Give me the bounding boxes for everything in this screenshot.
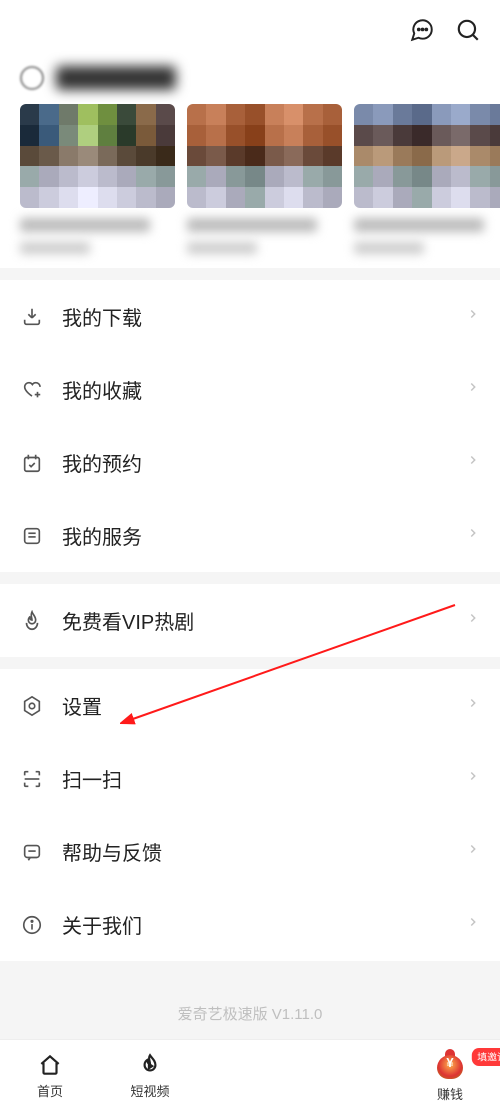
chevron-right-icon xyxy=(466,307,480,326)
history-item[interactable] xyxy=(20,104,175,254)
chevron-right-icon xyxy=(466,611,480,630)
chevron-right-icon xyxy=(466,380,480,399)
chevron-right-icon xyxy=(466,915,480,934)
menu-about[interactable]: 关于我们 xyxy=(0,888,500,961)
chevron-right-icon xyxy=(466,453,480,472)
menu-label: 设置 xyxy=(62,691,466,720)
scan-icon xyxy=(20,767,44,791)
history-icon xyxy=(20,66,44,90)
history-section-header xyxy=(0,60,500,96)
menu-downloads[interactable]: 我的下载 xyxy=(0,280,500,353)
download-icon xyxy=(20,305,44,329)
gear-icon xyxy=(20,694,44,718)
menu-label: 关于我们 xyxy=(62,910,466,939)
menu-group-3: 设置 扫一扫 帮助与反馈 关于我们 xyxy=(0,669,500,961)
history-thumbnails xyxy=(0,96,500,268)
menu-group-2: 免费看VIP热剧 xyxy=(0,584,500,657)
home-icon xyxy=(37,1052,63,1078)
calendar-icon xyxy=(20,451,44,475)
menu-scan[interactable]: 扫一扫 xyxy=(0,742,500,815)
menu-favorites[interactable]: 我的收藏 xyxy=(0,353,500,426)
chevron-right-icon xyxy=(466,696,480,715)
menu-group-1: 我的下载 我的收藏 我的预约 我的服务 xyxy=(0,280,500,572)
menu-label: 帮助与反馈 xyxy=(62,837,466,866)
tab-label: 赚钱 xyxy=(437,1084,463,1103)
menu-reservations[interactable]: 我的预约 xyxy=(0,426,500,499)
tab-label: 首页 xyxy=(37,1081,63,1100)
earn-badge: 填邀请码 xyxy=(472,1048,500,1066)
header-bar xyxy=(0,0,500,60)
messages-icon[interactable] xyxy=(408,16,436,44)
tab-label: 短视频 xyxy=(130,1081,169,1100)
menu-label: 我的服务 xyxy=(62,521,466,550)
fire-icon xyxy=(20,609,44,633)
menu-label: 我的预约 xyxy=(62,448,466,477)
feedback-icon xyxy=(20,840,44,864)
history-item[interactable] xyxy=(354,104,500,254)
chevron-right-icon xyxy=(466,842,480,861)
menu-settings[interactable]: 设置 xyxy=(0,669,500,742)
menu-label: 我的下载 xyxy=(62,302,466,331)
search-icon[interactable] xyxy=(454,16,482,44)
chevron-right-icon xyxy=(466,526,480,545)
short-video-icon xyxy=(137,1052,163,1078)
menu-services[interactable]: 我的服务 xyxy=(0,499,500,572)
history-title xyxy=(56,66,176,90)
menu-label: 我的收藏 xyxy=(62,375,466,404)
tab-bar: 首页 短视频 填邀请码 ¥ 赚钱 xyxy=(0,1039,500,1111)
menu-label: 扫一扫 xyxy=(62,764,466,793)
info-icon xyxy=(20,913,44,937)
list-icon xyxy=(20,524,44,548)
tab-home[interactable]: 首页 xyxy=(0,1052,100,1100)
menu-label: 免费看VIP热剧 xyxy=(62,606,466,635)
app-version: 爱奇艺极速版 V1.11.0 xyxy=(0,961,500,1046)
menu-free-vip[interactable]: 免费看VIP热剧 xyxy=(0,584,500,657)
tab-short-video[interactable]: 短视频 xyxy=(100,1052,200,1100)
heart-plus-icon xyxy=(20,378,44,402)
menu-help[interactable]: 帮助与反馈 xyxy=(0,815,500,888)
chevron-right-icon xyxy=(466,769,480,788)
money-bag-icon: ¥ xyxy=(434,1049,466,1081)
history-item[interactable] xyxy=(187,104,342,254)
tab-earn-money[interactable]: 填邀请码 ¥ 赚钱 xyxy=(400,1049,500,1103)
